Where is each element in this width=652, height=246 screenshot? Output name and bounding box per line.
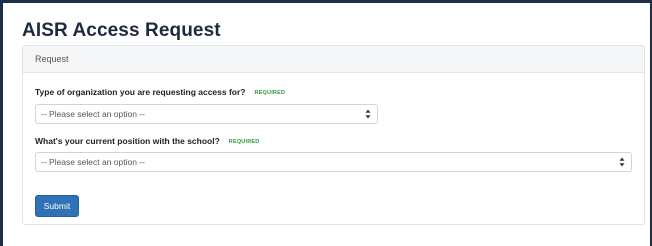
required-badge: REQUIRED bbox=[254, 90, 286, 96]
panel-heading: Request bbox=[23, 46, 644, 73]
current-position-label: What's your current position with the sc… bbox=[35, 135, 259, 148]
sort-caret-icon bbox=[365, 109, 371, 119]
current-position-label-text: What's your current position with the sc… bbox=[35, 136, 220, 146]
organization-type-selected: -- Please select an option -- bbox=[41, 109, 145, 119]
submit-button[interactable]: Submit bbox=[35, 195, 79, 217]
sort-caret-icon bbox=[619, 157, 625, 167]
current-position-selected: -- Please select an option -- bbox=[41, 157, 145, 167]
organization-type-label-text: Type of organization you are requesting … bbox=[35, 87, 246, 97]
organization-type-select[interactable]: -- Please select an option -- bbox=[35, 104, 378, 124]
page-title: AISR Access Request bbox=[22, 20, 221, 41]
organization-type-label: Type of organization you are requesting … bbox=[35, 86, 285, 99]
required-badge: REQUIRED bbox=[228, 139, 260, 145]
request-panel: Request Type of organization you are req… bbox=[22, 45, 645, 225]
current-position-select[interactable]: -- Please select an option -- bbox=[35, 152, 632, 172]
